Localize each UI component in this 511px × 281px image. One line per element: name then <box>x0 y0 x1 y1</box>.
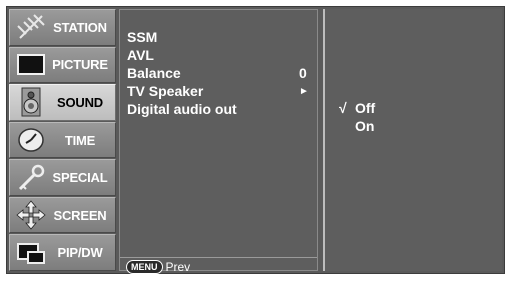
checkmark-icon: √ <box>339 100 347 116</box>
tv-speaker-submenu: √ Off On <box>323 9 502 271</box>
category-sidebar: STATION PICTURE SOUND TIME SPECIAL SCREE… <box>9 9 116 272</box>
menu-item-label: TV Speaker <box>127 83 204 99</box>
submenu-options: √ Off On <box>339 99 375 135</box>
submenu-option-label: On <box>355 118 375 134</box>
pip-window-icon <box>17 242 45 264</box>
balance-value: 0 <box>299 65 307 81</box>
sound-menu-list: SSM AVL Balance 0 TV Speaker ► Digital a… <box>127 28 313 118</box>
footer-action-label: Prev <box>165 260 191 274</box>
speaker-icon <box>21 87 41 117</box>
menu-item-label: Balance <box>127 65 181 81</box>
sidebar-item-screen[interactable]: SCREEN <box>9 196 116 234</box>
submenu-option-label: Off <box>355 100 376 116</box>
menu-item-label: Digital audio out <box>127 101 237 117</box>
menu-item-balance[interactable]: Balance 0 <box>127 64 313 82</box>
sidebar-item-label: PIP/DW <box>57 245 103 261</box>
sidebar-item-sound[interactable]: SOUND <box>9 84 116 121</box>
menu-item-label: AVL <box>127 47 154 63</box>
submenu-arrow-icon: ► <box>299 85 309 97</box>
move-arrows-icon <box>16 200 46 230</box>
sidebar-item-picture[interactable]: PICTURE <box>9 46 116 84</box>
menu-item-ssm[interactable]: SSM <box>127 28 313 46</box>
sidebar-item-label: SOUND <box>57 94 103 110</box>
menu-footer-hint: MENU Prev <box>126 260 190 274</box>
sidebar-item-time[interactable]: TIME <box>9 121 116 159</box>
sidebar-item-label: TIME <box>64 132 96 148</box>
menu-item-label: SSM <box>127 29 158 45</box>
submenu-option-off[interactable]: √ Off <box>339 99 375 117</box>
sidebar-item-label: STATION <box>53 19 107 35</box>
menu-item-avl[interactable]: AVL <box>127 46 313 64</box>
sidebar-item-pip-dw[interactable]: PIP/DW <box>9 234 116 272</box>
menu-item-tv-speaker[interactable]: TV Speaker ► <box>127 82 313 100</box>
key-icon <box>18 164 45 190</box>
clock-icon <box>18 128 44 152</box>
tv-osd-menu: STATION PICTURE SOUND TIME SPECIAL SCREE… <box>6 6 505 274</box>
sound-menu-panel: SSM AVL Balance 0 TV Speaker ► Digital a… <box>119 9 318 274</box>
sidebar-item-special[interactable]: SPECIAL <box>9 159 116 196</box>
tv-screen-icon <box>17 53 45 75</box>
menu-key-icon: MENU <box>126 260 163 274</box>
menu-item-digital-audio-out[interactable]: Digital audio out <box>127 100 313 118</box>
sidebar-item-label: SCREEN <box>53 207 107 223</box>
sidebar-item-label: PICTURE <box>52 57 108 73</box>
sidebar-item-label: SPECIAL <box>52 170 108 186</box>
footer-divider <box>120 257 317 258</box>
submenu-option-on[interactable]: On <box>339 117 375 135</box>
sidebar-item-station[interactable]: STATION <box>9 9 116 46</box>
antenna-icon <box>17 14 45 39</box>
